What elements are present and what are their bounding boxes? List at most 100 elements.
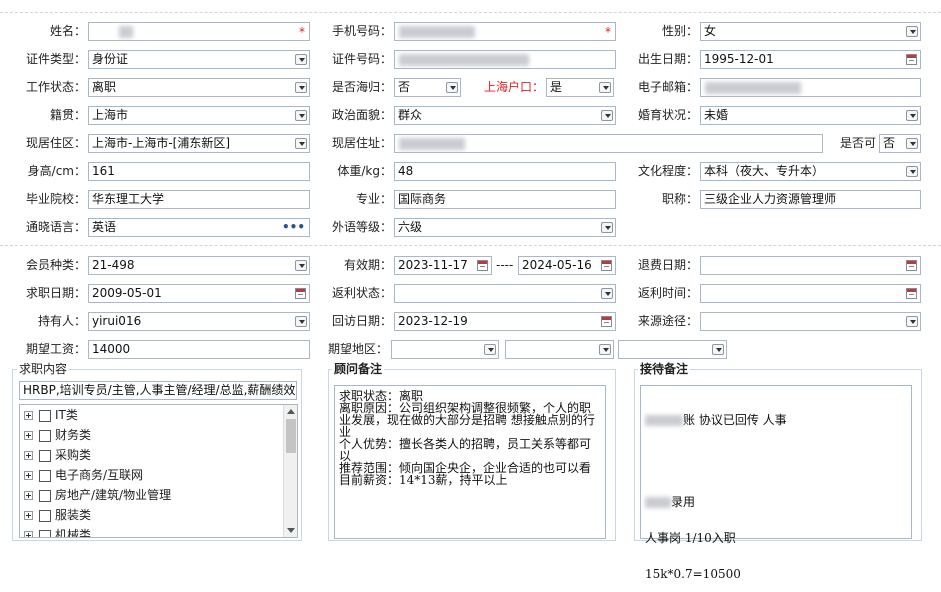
residence-select[interactable]: 上海市-上海市-[浦东新区]: [88, 134, 310, 153]
salary-input[interactable]: 14000: [88, 340, 310, 359]
ok-select[interactable]: 否: [879, 134, 921, 153]
tree-item[interactable]: 电子商务/互联网: [24, 466, 143, 484]
expand-icon[interactable]: [24, 451, 33, 460]
checkbox[interactable]: [39, 509, 51, 522]
chevron-down-icon[interactable]: [601, 110, 613, 121]
checkbox[interactable]: [39, 449, 51, 462]
checkbox[interactable]: [39, 529, 51, 537]
calendar-icon[interactable]: [906, 260, 917, 271]
language-level-select[interactable]: 六级: [394, 218, 616, 237]
abroad-select[interactable]: 否: [394, 78, 461, 97]
marital-select[interactable]: 未婚: [700, 106, 921, 125]
calendar-icon[interactable]: [601, 316, 612, 327]
scroll-up-icon[interactable]: [287, 409, 295, 414]
tree-item[interactable]: 采购类: [24, 446, 91, 464]
id-no-input[interactable]: [394, 50, 616, 69]
hukou-select[interactable]: 是: [546, 78, 614, 97]
expand-icon[interactable]: [24, 471, 33, 480]
chevron-down-icon[interactable]: [906, 26, 918, 37]
tree-item[interactable]: IT类: [24, 406, 78, 424]
native-select[interactable]: 上海市: [88, 106, 310, 125]
checkbox[interactable]: [39, 469, 51, 482]
major-input[interactable]: 国际商务: [394, 190, 616, 209]
chevron-down-icon[interactable]: [906, 166, 918, 177]
address-input[interactable]: [394, 134, 823, 153]
job-category-tree[interactable]: IT类 财务类 采购类 电子商务/互联网 房地产/建筑/物业管理 服装类 机械类: [19, 404, 298, 538]
education-select[interactable]: 本科（夜大、专升本）: [700, 162, 921, 181]
reception-notes-textarea[interactable]: 账 协议已回传 人事 录用 人事岗 1/10入职 15k*0.7=10500: [640, 385, 912, 580]
holder-select[interactable]: yirui016: [88, 312, 310, 331]
email-input[interactable]: [700, 78, 921, 97]
tree-item[interactable]: 财务类: [24, 426, 91, 444]
weight-input[interactable]: 48: [394, 162, 616, 181]
name-input[interactable]: [88, 22, 310, 41]
valid-to-input[interactable]: 2024-05-16: [518, 256, 616, 275]
rebate-time-input[interactable]: [700, 284, 921, 303]
expand-icon[interactable]: [24, 511, 33, 520]
expand-icon[interactable]: [24, 431, 33, 440]
tree-item[interactable]: 房地产/建筑/物业管理: [24, 486, 171, 504]
checkbox[interactable]: [39, 409, 51, 422]
job-content-summary[interactable]: HRBP,培训专员/主管,人事主管/经理/总监,薪酬绩效主: [19, 381, 297, 400]
chevron-down-icon[interactable]: [906, 316, 918, 327]
calendar-icon[interactable]: [906, 54, 917, 65]
language-input[interactable]: 英语 •••: [88, 218, 310, 237]
tree-item[interactable]: 机械类: [24, 526, 91, 537]
valid-from-input[interactable]: 2023-11-17: [394, 256, 492, 275]
gender-select[interactable]: 女: [700, 22, 921, 41]
calendar-icon[interactable]: [906, 288, 917, 299]
title-input[interactable]: 三级企业人力资源管理师: [700, 190, 921, 209]
job-date-input[interactable]: 2009-05-01: [88, 284, 310, 303]
education-label: 文化程度：: [637, 164, 698, 178]
chevron-down-icon[interactable]: [295, 54, 307, 65]
scroll-down-icon[interactable]: [287, 528, 295, 533]
advisor-notes-textarea[interactable]: 求职状态：离职 离职原因：公司组织架构调整很频繁，个人的职业发展，现在做的大部分…: [334, 385, 606, 539]
chevron-down-icon[interactable]: [295, 82, 307, 93]
checkbox[interactable]: [39, 489, 51, 502]
tree-scrollbar[interactable]: [283, 405, 297, 537]
chevron-down-icon[interactable]: [601, 222, 613, 233]
region-city-select[interactable]: [505, 340, 614, 359]
chevron-down-icon[interactable]: [712, 344, 724, 355]
source-select[interactable]: [700, 312, 921, 331]
school-input[interactable]: 华东理工大学: [88, 190, 310, 209]
phone-input[interactable]: [394, 22, 616, 41]
visit-date-label: 回访日期：: [331, 314, 392, 328]
calendar-icon[interactable]: [477, 260, 488, 271]
job-content-summary-text: HRBP,培训专员/主管,人事主管/经理/总监,薪酬绩效主: [23, 383, 297, 397]
id-type-select[interactable]: 身份证: [88, 50, 310, 69]
hukou-value: 是: [550, 80, 563, 94]
chevron-down-icon[interactable]: [906, 110, 918, 121]
visit-date-input[interactable]: 2023-12-19: [394, 312, 616, 331]
chevron-down-icon[interactable]: [446, 82, 458, 93]
expand-icon[interactable]: [24, 531, 33, 537]
work-status-select[interactable]: 离职: [88, 78, 310, 97]
expand-icon[interactable]: [24, 411, 33, 420]
more-options-icon[interactable]: •••: [282, 219, 305, 236]
checkbox[interactable]: [39, 429, 51, 442]
political-select[interactable]: 群众: [394, 106, 616, 125]
chevron-down-icon[interactable]: [484, 344, 496, 355]
redacted-name: [119, 26, 133, 38]
chevron-down-icon[interactable]: [295, 260, 307, 271]
chevron-down-icon[interactable]: [601, 288, 613, 299]
chevron-down-icon[interactable]: [295, 138, 307, 149]
chevron-down-icon[interactable]: [599, 82, 611, 93]
region-province-select[interactable]: [391, 340, 499, 359]
chevron-down-icon[interactable]: [599, 344, 611, 355]
scroll-thumb[interactable]: [286, 419, 296, 453]
chevron-down-icon[interactable]: [295, 316, 307, 327]
expand-icon[interactable]: [24, 491, 33, 500]
birth-date-input[interactable]: 1995-12-01: [700, 50, 921, 69]
refund-date-input[interactable]: [700, 256, 921, 275]
rebate-status-select[interactable]: [394, 284, 616, 303]
school-value: 华东理工大学: [92, 192, 165, 206]
region-district-select[interactable]: [618, 340, 727, 359]
height-input[interactable]: 161: [88, 162, 310, 181]
chevron-down-icon[interactable]: [295, 110, 307, 121]
chevron-down-icon[interactable]: [906, 138, 918, 149]
calendar-icon[interactable]: [295, 288, 306, 299]
member-type-select[interactable]: 21-498: [88, 256, 310, 275]
calendar-icon[interactable]: [601, 260, 612, 271]
tree-item[interactable]: 服装类: [24, 506, 91, 524]
